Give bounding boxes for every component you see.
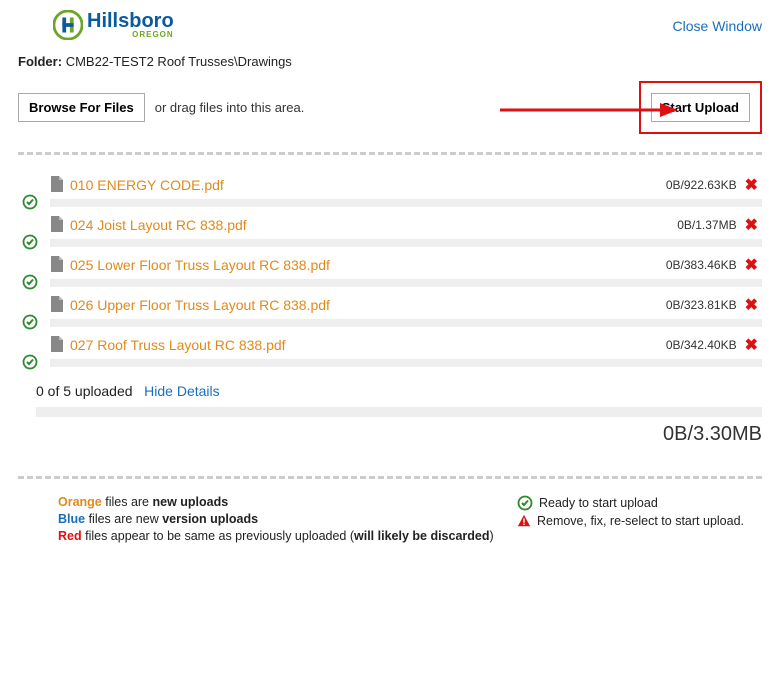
check-icon xyxy=(22,234,38,250)
ready-check xyxy=(22,194,38,213)
file-link[interactable]: 026 Upper Floor Truss Layout RC 838.pdf xyxy=(70,297,330,313)
file-icon xyxy=(50,336,64,352)
file-size: 0B/922.63KB xyxy=(666,178,737,192)
file-progress-bar xyxy=(50,239,762,247)
file-icon xyxy=(50,176,64,192)
folder-value: CMB22-TEST2 Roof Trusses\Drawings xyxy=(66,54,292,69)
ready-check xyxy=(22,234,38,253)
start-upload-button[interactable]: Start Upload xyxy=(651,93,750,122)
warning-icon xyxy=(517,514,531,528)
file-row: 026 Upper Floor Truss Layout RC 838.pdf 0… xyxy=(28,295,762,327)
file-row: 010 ENERGY CODE.pdf 0B/922.63KB ✖ xyxy=(28,175,762,207)
hide-details-link[interactable]: Hide Details xyxy=(144,383,219,399)
folder-path: Folder: CMB22-TEST2 Roof Trusses\Drawing… xyxy=(18,54,762,69)
ready-check xyxy=(22,354,38,373)
start-upload-highlight: Start Upload xyxy=(639,81,762,134)
upload-count: 0 of 5 uploaded xyxy=(36,383,133,399)
logo-icon xyxy=(53,10,83,40)
file-link[interactable]: 027 Roof Truss Layout RC 838.pdf xyxy=(70,337,286,353)
divider xyxy=(18,152,762,155)
remove-file-button[interactable]: ✖ xyxy=(745,295,758,315)
close-window-link[interactable]: Close Window xyxy=(673,10,762,34)
file-progress-bar xyxy=(50,199,762,207)
brand-name: Hillsboro xyxy=(87,11,174,31)
check-icon xyxy=(22,314,38,330)
file-link[interactable]: 025 Lower Floor Truss Layout RC 838.pdf xyxy=(70,257,330,273)
file-row: 025 Lower Floor Truss Layout RC 838.pdf 0… xyxy=(28,255,762,287)
legend-color-key: Orange files are new uploads Blue files … xyxy=(58,495,494,546)
file-row: 024 Joist Layout RC 838.pdf 0B/1.37MB ✖ xyxy=(28,215,762,247)
browse-files-button[interactable]: Browse For Files xyxy=(18,93,145,122)
divider xyxy=(18,476,762,479)
folder-label: Folder: xyxy=(18,54,62,69)
file-size: 0B/1.37MB xyxy=(677,218,736,232)
file-icon xyxy=(50,296,64,312)
file-size: 0B/342.40KB xyxy=(666,338,737,352)
file-list: 010 ENERGY CODE.pdf0B/922.63KB✖024 Joist… xyxy=(18,171,762,367)
check-icon xyxy=(22,194,38,210)
drag-hint: or drag files into this area. xyxy=(155,100,305,115)
file-link[interactable]: 010 ENERGY CODE.pdf xyxy=(70,177,224,193)
remove-file-button[interactable]: ✖ xyxy=(745,175,758,195)
file-link[interactable]: 024 Joist Layout RC 838.pdf xyxy=(70,217,247,233)
check-icon xyxy=(22,274,38,290)
legend-status-key: Ready to start upload Remove, fix, re-se… xyxy=(517,495,744,546)
total-size: 0B/3.30MB xyxy=(36,423,762,446)
ready-check xyxy=(22,314,38,333)
remove-file-button[interactable]: ✖ xyxy=(745,255,758,275)
file-progress-bar xyxy=(50,279,762,287)
ready-check xyxy=(22,274,38,293)
remove-file-button[interactable]: ✖ xyxy=(745,335,758,355)
check-icon xyxy=(517,495,533,511)
brand-sub: OREGON xyxy=(87,31,174,39)
file-progress-bar xyxy=(50,319,762,327)
total-progress-bar xyxy=(36,407,762,417)
remove-file-button[interactable]: ✖ xyxy=(745,215,758,235)
file-icon xyxy=(50,216,64,232)
brand-logo: Hillsboro OREGON xyxy=(18,10,174,40)
file-icon xyxy=(50,256,64,272)
file-progress-bar xyxy=(50,359,762,367)
check-icon xyxy=(22,354,38,370)
file-size: 0B/383.46KB xyxy=(666,258,737,272)
file-size: 0B/323.81KB xyxy=(666,298,737,312)
file-row: 027 Roof Truss Layout RC 838.pdf 0B/342.4… xyxy=(28,335,762,367)
